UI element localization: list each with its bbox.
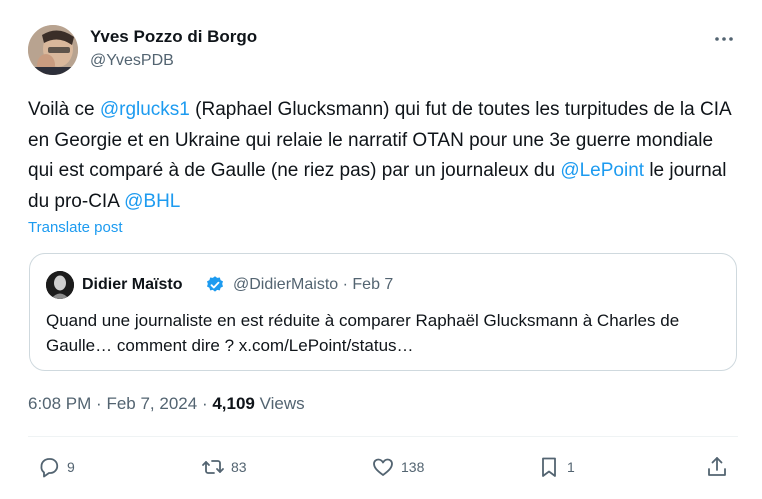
mention-link-bhl[interactable]: @BHL [124,191,180,212]
like-icon [373,458,393,476]
more-icon [715,37,733,41]
quote-date[interactable]: Feb 7 [352,276,393,293]
quote-author-avatar[interactable] [46,271,74,299]
quoted-post[interactable]: Didier Maïsto @DidierMaisto · Feb 7 Quan… [29,253,737,371]
quote-text: Quand une journaliste en est réduite à c… [46,311,680,355]
post-timestamp: 6:08 PM · Feb 7, 2024 · 4,109 Views [28,394,305,414]
repost-count: 83 [231,459,247,475]
repost-button[interactable]: 83 [201,455,247,479]
like-button[interactable]: 138 [371,455,424,479]
like-count: 138 [401,459,425,475]
reply-button[interactable]: 9 [37,455,75,479]
reply-count: 9 [67,459,75,475]
author-avatar[interactable] [28,25,78,75]
post-card: Yves Pozzo di Borgo @YvesPDB Voilà ce @r… [0,0,762,499]
bookmark-button[interactable]: 1 [537,455,575,479]
author-handle[interactable]: @YvesPDB [90,52,174,70]
verified-icon [207,276,223,292]
actions-divider [28,436,738,437]
timestamp-separator: · [96,394,102,413]
more-button[interactable] [712,31,736,47]
mention-link-rglucks1[interactable]: @rglucks1 [100,99,190,120]
post-text: Voilà ce @rglucks1 (Raphael Glucksmann) … [28,95,740,217]
bookmark-icon [542,457,556,477]
bookmark-count: 1 [567,459,575,475]
share-button[interactable] [705,455,729,479]
share-icon [708,457,726,476]
translate-post-link[interactable]: Translate post [28,219,123,236]
post-time[interactable]: 6:08 PM [28,394,91,413]
post-date[interactable]: Feb 7, 2024 [106,394,197,413]
views-count: 4,109 [212,394,255,413]
quote-meta: @DidierMaisto · Feb 7 [233,276,393,294]
author-avatar-image [28,25,78,75]
quote-author-name[interactable]: Didier Maïsto [82,276,182,294]
repost-icon [202,460,224,474]
post-text-segment: Voilà ce [28,99,100,120]
mention-link-lepoint[interactable]: @LePoint [560,160,644,181]
author-name[interactable]: Yves Pozzo di Borgo [90,27,257,47]
reply-icon [40,458,59,478]
quote-meta-separator: · [342,276,348,293]
views-label: Views [259,394,305,413]
quote-author-handle[interactable]: @DidierMaisto [233,276,338,293]
quote-avatar-image [46,271,74,299]
timestamp-separator: · [201,394,208,413]
